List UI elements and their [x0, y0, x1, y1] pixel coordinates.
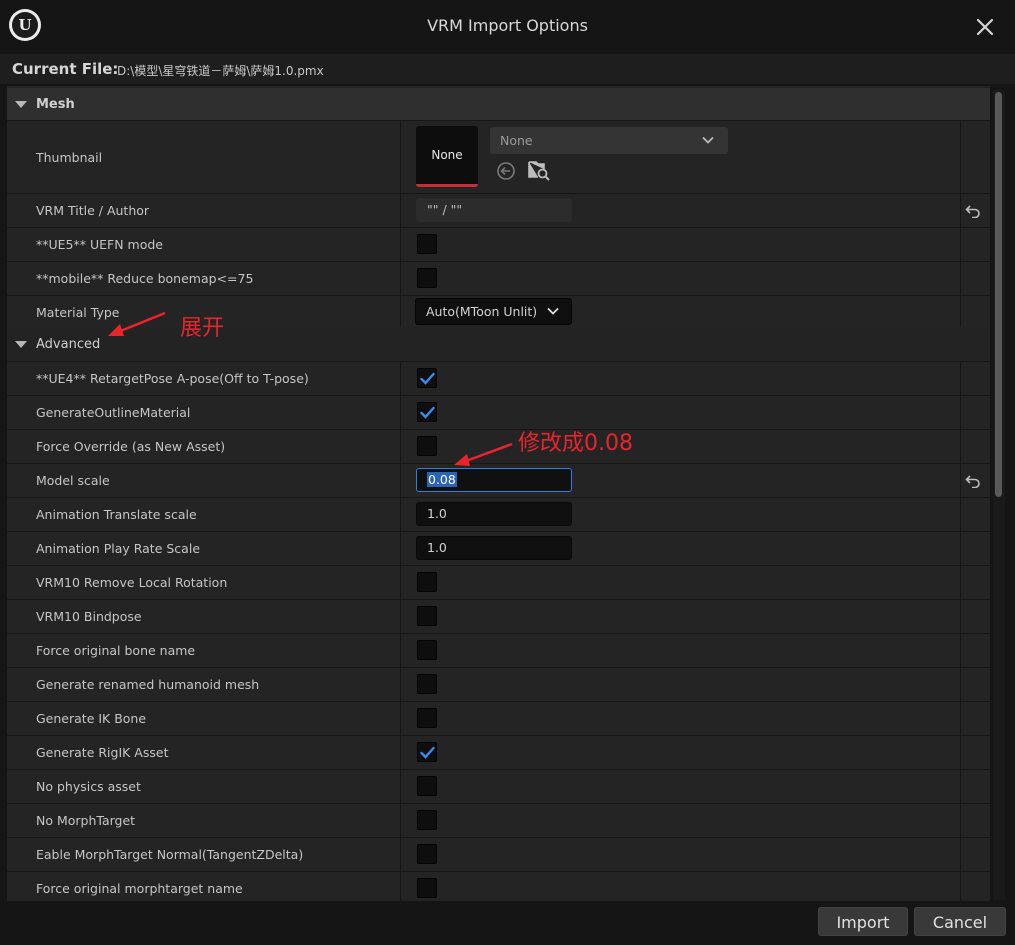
- advanced-row-label: Animation Play Rate Scale: [36, 541, 201, 556]
- current-file-path: D:\模型\星穹铁道－萨姆\萨姆1.0.pmx: [117, 64, 324, 78]
- thumbnail-asset-value: None: [500, 133, 533, 148]
- title-bar: U VRM Import Options: [0, 0, 1015, 52]
- advanced-row-no-physics-asset: No physics asset: [7, 769, 990, 803]
- advanced-row-animation-translate-scale: Animation Translate scale 1.0: [7, 497, 990, 531]
- advanced-row-label: VRM10 Bindpose: [36, 609, 142, 624]
- collapse-triangle-icon: [15, 101, 27, 108]
- mesh-section-header[interactable]: Mesh: [7, 88, 990, 120]
- advanced-row-generateoutlinematerial: GenerateOutlineMaterial: [7, 395, 990, 429]
- mobile-bonemap-label: **mobile** Reduce bonemap<=75: [36, 271, 254, 286]
- advanced-row-model-scale: Model scale 0.08: [7, 463, 990, 497]
- force-original-morphtarget-name-checkbox[interactable]: [417, 878, 437, 898]
- advanced-row-eable-morphtarget-normal-tangentzdelta: Eable MorphTarget Normal(TangentZDelta): [7, 837, 990, 871]
- advanced-row-label: No physics asset: [36, 779, 141, 794]
- thumbnail-asset-combo[interactable]: None: [490, 127, 728, 154]
- advanced-row-label: Eable MorphTarget Normal(TangentZDelta): [36, 847, 304, 862]
- mobile-bonemap-checkbox[interactable]: [417, 268, 437, 288]
- material-type-combo[interactable]: Auto(MToon Unlit): [415, 298, 572, 325]
- advanced-section-label: Advanced: [36, 337, 101, 352]
- advanced-row-vrm10-bindpose: VRM10 Bindpose: [7, 599, 990, 633]
- material-type-label: Material Type: [36, 305, 120, 320]
- advanced-row-label: Generate RigIK Asset: [36, 745, 169, 760]
- vrm10-remove-local-rotation-checkbox[interactable]: [417, 572, 437, 592]
- advanced-row-label: Force original morphtarget name: [36, 881, 243, 896]
- advanced-row-label: Force original bone name: [36, 643, 196, 658]
- advanced-row-label: Animation Translate scale: [36, 507, 197, 522]
- advanced-row-vrm10-remove-local-rotation: VRM10 Remove Local Rotation: [7, 565, 990, 599]
- collapse-triangle-icon: [15, 341, 27, 348]
- thumbnail-label: Thumbnail: [36, 150, 103, 165]
- current-file-bar: Current File: D:\模型\星穹铁道－萨姆\萨姆1.0.pmx: [0, 54, 1015, 84]
- advanced-row-no-morphtarget: No MorphTarget: [7, 803, 990, 837]
- animation-translate-scale-value: 1.0: [427, 506, 447, 521]
- advanced-row-label: No MorphTarget: [36, 813, 136, 828]
- browse-folder-search-icon[interactable]: [527, 158, 551, 182]
- scrollbar-thumb[interactable]: [995, 92, 1002, 497]
- advanced-row-label: Force Override (as New Asset): [36, 439, 226, 454]
- generate-ik-bone-checkbox[interactable]: [417, 708, 437, 728]
- details-scrollbar[interactable]: [993, 90, 1005, 900]
- uefn-mode-label: **UE5** UEFN mode: [36, 237, 163, 252]
- animation-play-rate-scale-input[interactable]: 1.0: [416, 536, 572, 560]
- advanced-row-generate-ik-bone: Generate IK Bone: [7, 701, 990, 735]
- advanced-row-label: Generate IK Bone: [36, 711, 147, 726]
- advanced-section-header[interactable]: Advanced: [7, 328, 990, 360]
- advanced-row-label: Model scale: [36, 473, 110, 488]
- material-type-value: Auto(MToon Unlit): [426, 304, 538, 319]
- advanced-row-ue4-retargetpose-a-pose-off-to-t-pose: **UE4** RetargetPose A-pose(Off to T-pos…: [7, 361, 990, 395]
- vrm10-bindpose-checkbox[interactable]: [417, 606, 437, 626]
- reset-to-default-icon[interactable]: [965, 474, 981, 488]
- mobile-bonemap-row: **mobile** Reduce bonemap<=75: [7, 261, 990, 295]
- details-panel: Mesh Thumbnail None None VRM Title / Aut…: [7, 86, 990, 901]
- advanced-row-force-original-morphtarget-name: Force original morphtarget name: [7, 871, 990, 901]
- eable-morphtarget-normal-tangentzdelta-checkbox[interactable]: [417, 844, 437, 864]
- advanced-row-generate-rigik-asset: Generate RigIK Asset: [7, 735, 990, 769]
- advanced-row-generate-renamed-humanoid-mesh: Generate renamed humanoid mesh: [7, 667, 990, 701]
- title-author-field[interactable]: "" / "": [416, 198, 572, 222]
- uefn-mode-row: **UE5** UEFN mode: [7, 227, 990, 261]
- use-selected-arrow-icon[interactable]: [496, 161, 516, 181]
- force-original-bone-name-checkbox[interactable]: [417, 640, 437, 660]
- reset-to-default-icon[interactable]: [965, 204, 981, 218]
- title-author-row: VRM Title / Author "" / "": [7, 193, 990, 227]
- force-override-as-new-asset-checkbox[interactable]: [417, 436, 437, 456]
- advanced-row-animation-play-rate-scale: Animation Play Rate Scale 1.0: [7, 531, 990, 565]
- advanced-row-label: **UE4** RetargetPose A-pose(Off to T-pos…: [36, 371, 309, 386]
- import-button[interactable]: Import: [818, 907, 908, 936]
- chevron-down-icon: [702, 136, 714, 144]
- advanced-row-label: GenerateOutlineMaterial: [36, 405, 191, 420]
- cancel-button[interactable]: Cancel: [914, 907, 1006, 936]
- annotation-change-value: 修改成0.08: [518, 431, 633, 456]
- chevron-down-icon: [547, 307, 559, 315]
- generateoutlinematerial-checkbox[interactable]: [417, 402, 437, 422]
- no-morphtarget-checkbox[interactable]: [417, 810, 437, 830]
- advanced-row-force-original-bone-name: Force original bone name: [7, 633, 990, 667]
- mesh-section-label: Mesh: [36, 97, 75, 112]
- ue4-retargetpose-a-pose-off-to-t-pose-checkbox[interactable]: [417, 368, 437, 388]
- generate-renamed-humanoid-mesh-checkbox[interactable]: [417, 674, 437, 694]
- generate-rigik-asset-checkbox[interactable]: [417, 742, 437, 762]
- thumbnail-preview[interactable]: None: [416, 126, 478, 187]
- animation-translate-scale-input[interactable]: 1.0: [416, 502, 572, 526]
- advanced-row-label: Generate renamed humanoid mesh: [36, 677, 260, 692]
- no-physics-asset-checkbox[interactable]: [417, 776, 437, 796]
- title-author-label: VRM Title / Author: [36, 203, 150, 218]
- window-title: VRM Import Options: [427, 16, 588, 35]
- close-icon[interactable]: [972, 14, 998, 40]
- advanced-row-label: VRM10 Remove Local Rotation: [36, 575, 228, 590]
- annotation-expand: 展开: [180, 316, 225, 341]
- model-scale-value: 0.08: [427, 472, 457, 487]
- current-file-label: Current File:: [12, 60, 119, 78]
- model-scale-input[interactable]: 0.08: [416, 468, 572, 492]
- animation-play-rate-scale-value: 1.0: [427, 540, 447, 555]
- uefn-mode-checkbox[interactable]: [417, 234, 437, 254]
- advanced-row-force-override-as-new-asset: Force Override (as New Asset): [7, 429, 990, 463]
- material-type-row: Material Type Auto(MToon Unlit): [7, 295, 990, 327]
